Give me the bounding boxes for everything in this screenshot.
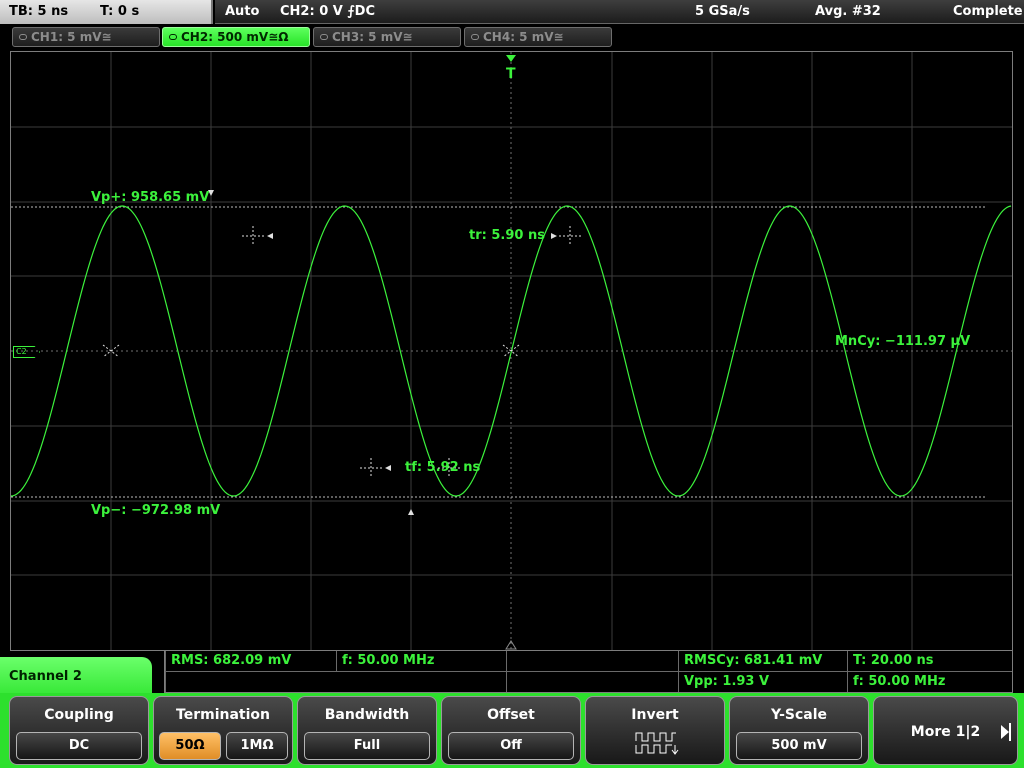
mean-cycle-label: MnCy: −111.97 µV (835, 334, 971, 349)
termination-1-megohm-option[interactable]: 1MΩ (226, 732, 288, 760)
more-softkey[interactable]: More 1|2 (873, 696, 1018, 765)
offset-value: Off (448, 732, 574, 760)
softkey-title: Bandwidth (324, 707, 410, 723)
softkey-bar: Coupling DC Termination 50Ω 1MΩ Bandwidt… (0, 693, 1024, 768)
channel-tab-label: CH4: 5 mV≅ (483, 30, 564, 44)
next-page-icon-bar (1009, 723, 1011, 741)
amplitude-cursors (11, 206, 986, 498)
timebase-readout: TB: 5 ns (9, 4, 69, 19)
crosshair-marker (551, 226, 581, 246)
next-page-icon (1001, 725, 1009, 739)
channel-tab-ch2[interactable]: CH2: 500 mV≅Ω (162, 27, 310, 47)
measurement-empty-cell (506, 651, 678, 671)
vp-plus-label: Vp+: 958.65 mV (91, 190, 210, 205)
softkey-title: Offset (487, 707, 535, 723)
channel-tab-label: CH1: 5 mV≅ (31, 30, 112, 44)
channel-tab-ch4[interactable]: CH4: 5 mV≅ (464, 27, 612, 47)
softkey-title: Termination (176, 707, 270, 723)
softkey-title: Coupling (44, 707, 114, 723)
invert-softkey[interactable]: Invert (585, 696, 725, 765)
measurement-frequency-2: f: 50.00 MHz (847, 672, 1012, 692)
softkey-title: Invert (631, 707, 679, 723)
offset-softkey[interactable]: Offset Off (441, 696, 581, 765)
invert-waveform-icon (635, 732, 679, 755)
acquisition-mode: Avg. #32 (815, 4, 881, 19)
channel-tab-ch1[interactable]: CH1: 5 mV≅ (12, 27, 160, 47)
vp-minus-label: Vp−: −972.98 mV (91, 503, 221, 518)
acquisition-panel[interactable]: Auto CH2: 0 V ⨍DC 5 GSa/s Avg. #32 Compl… (215, 0, 1024, 24)
channel-tab-label: CH3: 5 mV≅ (332, 30, 413, 44)
channel-offset-marker[interactable]: C2 (13, 346, 40, 358)
waveform-display[interactable]: T C2 Vp+: 958.65 mV Vp−: −972.98 mV tr: … (10, 51, 1013, 651)
crosshair-marker (242, 226, 273, 246)
coupling-value: DC (16, 732, 142, 760)
measurement-period: T: 20.00 ns (847, 651, 1012, 671)
channel-tab-label: CH2: 500 mV≅Ω (181, 30, 289, 44)
trigger-mode: Auto (225, 4, 260, 19)
measurement-row: RMS: 682.09 mV f: 50.00 MHz RMSCy: 681.4… (165, 651, 1012, 672)
waveform-canvas (11, 52, 1012, 650)
trough-marker-icon (408, 509, 414, 515)
measurement-rms-cycle: RMSCy: 681.41 mV (678, 651, 847, 671)
trigger-source: CH2: 0 V ⨍DC (280, 4, 375, 19)
bandwidth-softkey[interactable]: Bandwidth Full (297, 696, 437, 765)
softkey-title: Y-Scale (770, 707, 827, 723)
timebase-panel[interactable]: TB: 5 ns T: 0 s (0, 0, 213, 24)
y-scale-softkey[interactable]: Y-Scale 500 mV (729, 696, 869, 765)
channel-indicator-icon (19, 34, 27, 40)
measurement-frequency: f: 50.00 MHz (336, 651, 506, 671)
sample-rate: 5 GSa/s (695, 4, 750, 19)
termination-softkey[interactable]: Termination 50Ω 1MΩ (153, 696, 293, 765)
trigger-marker-label: T (506, 66, 516, 82)
y-scale-value: 500 mV (736, 732, 862, 760)
measurement-empty-cell (506, 672, 678, 692)
channel-marker-label: C2 (16, 347, 27, 356)
softkey-title: More 1|2 (910, 724, 981, 740)
termination-50-ohm-option[interactable]: 50Ω (159, 732, 221, 760)
acquisition-status: Complete (953, 4, 1023, 19)
channel-tab-ch3[interactable]: CH3: 5 mV≅ (313, 27, 461, 47)
channel-indicator-icon (320, 34, 328, 40)
measurement-vpp: Vpp: 1.93 V (678, 672, 847, 692)
status-bar: TB: 5 ns T: 0 s Auto CH2: 0 V ⨍DC 5 GSa/… (0, 0, 1024, 24)
channel-indicator-icon (169, 34, 177, 40)
measurement-rms: RMS: 682.09 mV (165, 651, 336, 671)
coupling-softkey[interactable]: Coupling DC (9, 696, 149, 765)
measurement-panel: RMS: 682.09 mV f: 50.00 MHz RMSCy: 681.4… (164, 651, 1013, 693)
channel-indicator-icon (471, 34, 479, 40)
measurement-empty-cell (165, 672, 336, 692)
trigger-time-readout: T: 0 s (100, 4, 140, 19)
rise-time-label: tr: 5.90 ns (469, 228, 545, 243)
fall-time-label: tf: 5.92 ns (405, 460, 481, 475)
trigger-marker (506, 55, 516, 62)
bandwidth-value: Full (304, 732, 430, 760)
crosshair-marker (360, 458, 391, 478)
measurement-row: Vpp: 1.93 V f: 50.00 MHz (165, 672, 1012, 693)
